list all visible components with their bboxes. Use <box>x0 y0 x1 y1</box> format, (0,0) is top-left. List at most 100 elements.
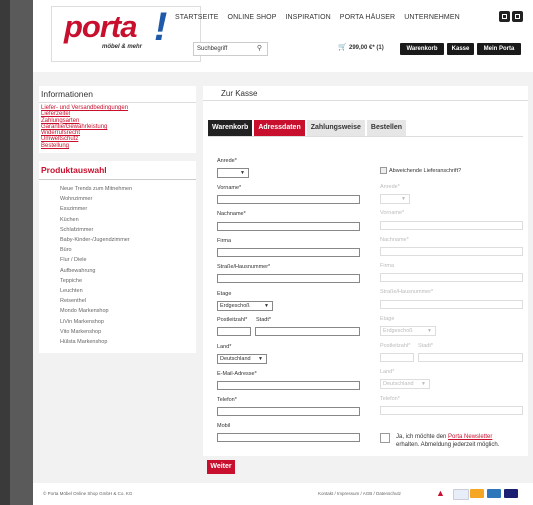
product-category[interactable]: Teppiche <box>39 276 196 286</box>
product-category[interactable]: Leuchten <box>39 286 196 296</box>
product-category[interactable]: Hülsta Markenshop <box>39 337 196 347</box>
product-category[interactable]: Aufbewahrung <box>39 266 196 276</box>
main-nav: STARTSEITE ONLINE SHOP INSPIRATION PORTA… <box>175 14 469 21</box>
checkout-steps: Warenkorb Adressdaten Zahlungsweise Best… <box>208 120 408 136</box>
nav-startseite[interactable]: STARTSEITE <box>175 14 219 21</box>
mobil-field[interactable] <box>217 433 360 442</box>
product-category[interactable]: Wohnzimmer <box>39 194 196 204</box>
search-placeholder: Suchbegriff <box>197 46 228 52</box>
paypal-icon <box>453 489 469 500</box>
chevron-down-icon: ▼ <box>258 356 263 362</box>
strasse-field[interactable] <box>217 274 360 283</box>
page-title: Zur Kasse <box>203 86 528 101</box>
product-category[interactable]: Vito Markenshop <box>39 327 196 337</box>
product-category[interactable]: Reisenthel <box>39 296 196 306</box>
delivery-strasse-field[interactable] <box>380 300 523 309</box>
tab-warenkorb[interactable]: Warenkorb <box>208 120 253 136</box>
delivery-anrede-select[interactable]: ▼ <box>380 194 410 204</box>
delivery-etage-value: Erdgeschoß <box>383 328 413 334</box>
newsletter-pre: Ja, ich möchte den <box>396 434 449 440</box>
nav-unternehmen[interactable]: UNTERNEHMEN <box>404 14 460 21</box>
chevron-down-icon: ▼ <box>427 328 432 334</box>
delivery-telefon-field[interactable] <box>380 406 523 415</box>
amex-icon <box>487 489 501 498</box>
mein-porta-button[interactable]: Mein Porta <box>477 43 521 55</box>
newsletter-link[interactable]: Porta Newsletter <box>448 434 492 440</box>
product-category[interactable]: Esszimmer <box>39 204 196 214</box>
catalog-icon[interactable] <box>499 11 510 22</box>
logo-word: porta <box>64 9 137 44</box>
etage-select[interactable]: Erdgeschoß ▼ <box>217 301 273 311</box>
tab-adressdaten[interactable]: Adressdaten <box>254 120 305 136</box>
logo-mark: ! <box>154 5 168 49</box>
delivery-vorname-field[interactable] <box>380 221 523 230</box>
land-value: Deutschland <box>220 356 251 362</box>
email-label: E-Mail-Adresse* <box>217 371 257 377</box>
chevron-down-icon: ▼ <box>421 381 426 387</box>
land-select[interactable]: Deutschland ▼ <box>217 354 267 364</box>
delivery-telefon-label: Telefon* <box>380 396 400 402</box>
land-label: Land* <box>217 344 232 350</box>
product-category[interactable]: Mondo Markenshop <box>39 306 196 316</box>
stadt-label: Stadt* <box>256 317 271 323</box>
delivery-land-value: Deutschland <box>383 381 414 387</box>
plz-label: Postleitzahl* <box>217 317 248 323</box>
abweichende-lieferanschrift-checkbox[interactable] <box>380 167 387 174</box>
kasse-button[interactable]: Kasse <box>447 43 474 55</box>
delivery-etage-select[interactable]: Erdgeschoß ▼ <box>380 326 436 336</box>
product-category[interactable]: Büro <box>39 245 196 255</box>
anrede-select[interactable]: ▼ <box>217 168 249 178</box>
stadt-field[interactable] <box>255 327 360 336</box>
nav-online-shop[interactable]: ONLINE SHOP <box>228 14 277 21</box>
product-category[interactable]: Schlafzimmer <box>39 225 196 235</box>
delivery-land-select[interactable]: Deutschland ▼ <box>380 379 430 389</box>
footer-links[interactable]: Kontakt / Impressum / AGB / Datenschutz <box>318 491 401 496</box>
weiter-button[interactable]: Weiter <box>207 460 235 474</box>
warenkorb-button[interactable]: Warenkorb <box>400 43 444 55</box>
strasse-label: Straße/Hausnummer* <box>217 264 271 270</box>
search-icon[interactable]: ⚲ <box>257 43 262 55</box>
telefon-label: Telefon* <box>217 397 237 403</box>
telefon-field[interactable] <box>217 407 360 416</box>
product-category[interactable]: LiVin Markenshop <box>39 317 196 327</box>
delivery-strasse-label: Straße/Hausnummer* <box>380 289 434 295</box>
vorname-field[interactable] <box>217 195 360 204</box>
delivery-nachname-field[interactable] <box>380 247 523 256</box>
tab-bestellen[interactable]: Bestellen <box>366 120 407 136</box>
nav-porta-haeuser[interactable]: PORTA HÄUSER <box>340 14 395 21</box>
delivery-firma-label: Firma <box>380 263 395 269</box>
firma-field[interactable] <box>217 248 360 257</box>
etage-value: Erdgeschoß <box>220 303 250 309</box>
nachname-field[interactable] <box>217 222 360 231</box>
search-input[interactable]: Suchbegriff ⚲ <box>193 42 268 56</box>
info-links: Liefer- und Versandbedingungen Lieferzei… <box>39 103 196 153</box>
info-box: Informationen Liefer- und Versandbedingu… <box>39 86 196 154</box>
tabs-divider <box>208 136 523 137</box>
chevron-down-icon: ▼ <box>401 196 406 202</box>
nachname-label: Nachname* <box>217 211 246 217</box>
basket-icon: 🛒 <box>338 44 347 51</box>
nav-inspiration[interactable]: INSPIRATION <box>285 14 330 21</box>
product-category[interactable]: Küchen <box>39 215 196 225</box>
product-category[interactable]: Baby-Kinder-/Jugendzimmer <box>39 235 196 245</box>
delivery-plz-label: Postleitzahl* <box>380 343 411 349</box>
delivery-plz-field[interactable] <box>380 353 414 362</box>
product-category[interactable]: Flur / Diele <box>39 255 196 265</box>
mail-icon[interactable] <box>512 11 523 22</box>
info-link[interactable]: Bestellung <box>41 143 194 149</box>
plz-field[interactable] <box>217 327 251 336</box>
mastercard-icon <box>470 489 484 498</box>
anrede-label: Anrede* <box>217 158 237 164</box>
product-category[interactable]: Neue Trends zum Mitnehmen <box>39 184 196 194</box>
newsletter-checkbox[interactable] <box>380 433 390 443</box>
delivery-firma-field[interactable] <box>380 273 523 282</box>
products-title: Produktauswahl <box>39 161 196 181</box>
checkout-panel: Zur Kasse Warenkorb Adressdaten Zahlungs… <box>203 86 528 474</box>
cart-total[interactable]: 299,00 €* (1) <box>349 45 384 51</box>
email-field[interactable] <box>217 381 360 390</box>
tab-zahlungsweise[interactable]: Zahlungsweise <box>306 120 365 136</box>
delivery-stadt-field[interactable] <box>418 353 523 362</box>
nav-icons <box>499 11 523 22</box>
footer: © Porta Möbel Online Shop GmbH & Co. KG … <box>33 483 533 505</box>
info-title: Informationen <box>39 86 196 103</box>
